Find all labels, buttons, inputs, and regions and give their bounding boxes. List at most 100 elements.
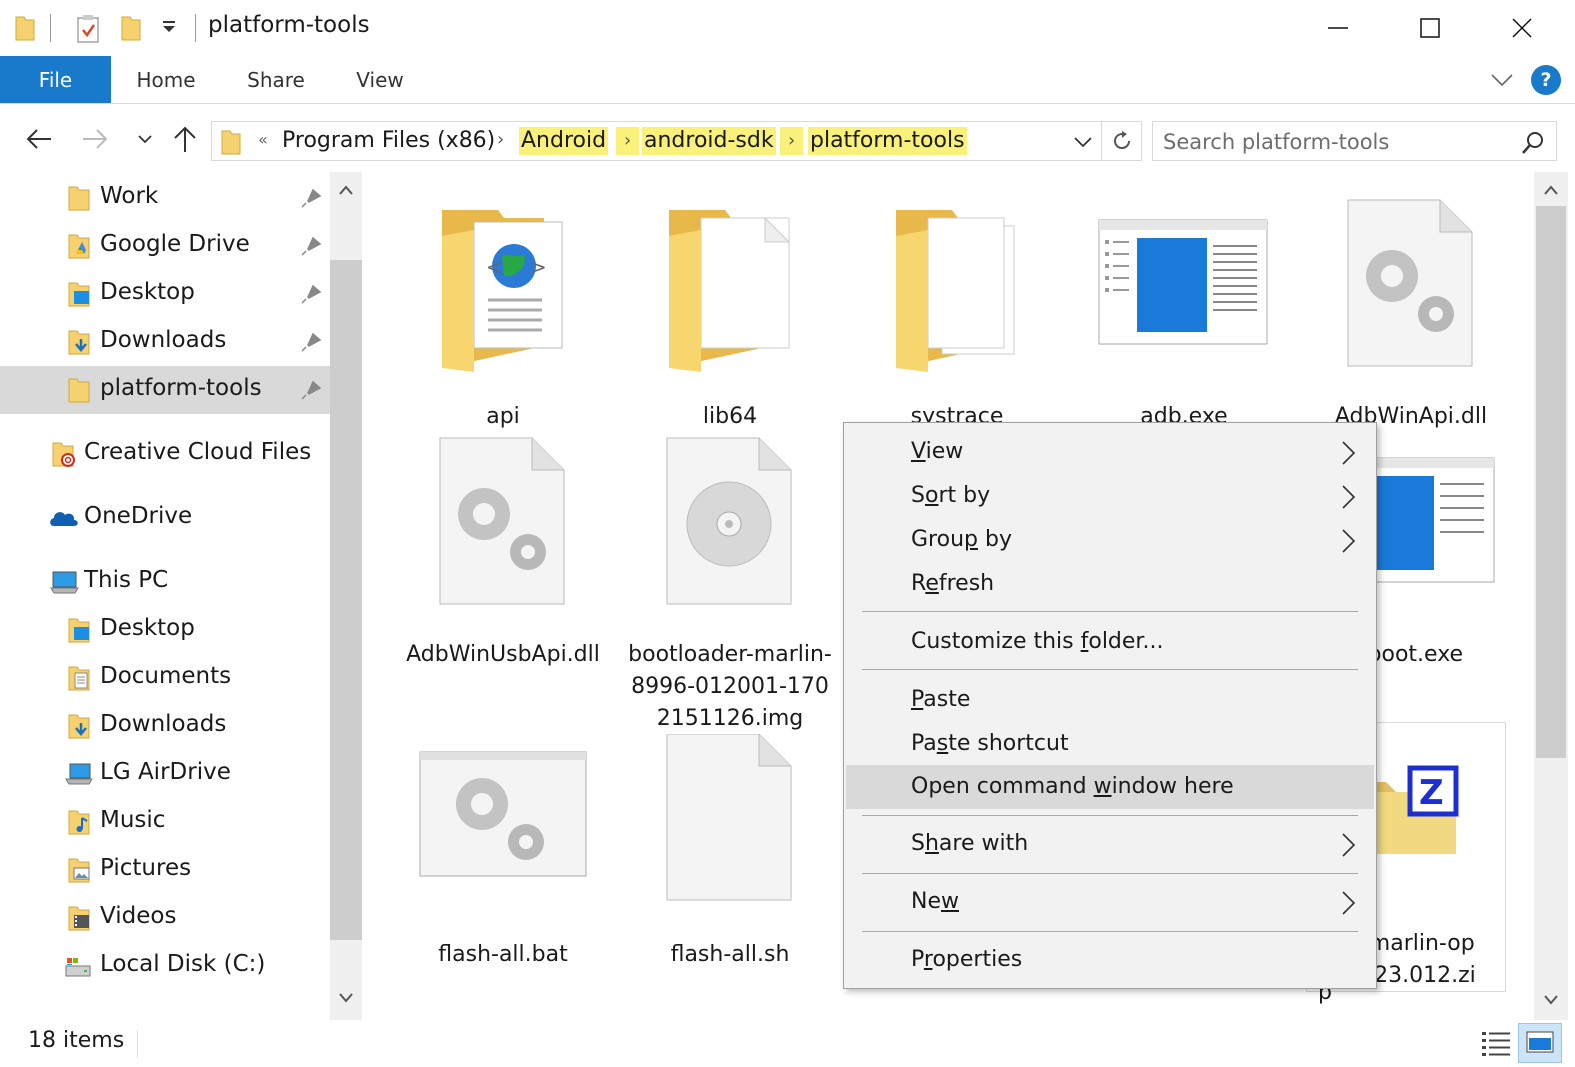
- forward-button[interactable]: [78, 122, 112, 156]
- tab-file[interactable]: File: [0, 56, 111, 103]
- scroll-down-arrow-icon[interactable]: [1535, 984, 1567, 1016]
- maximize-button[interactable]: [1384, 0, 1476, 56]
- nav-item-music[interactable]: Music: [0, 798, 330, 846]
- search-input[interactable]: [1163, 128, 1503, 156]
- nav-item-pictures[interactable]: Pictures: [0, 846, 330, 894]
- menu-item-refresh[interactable]: Refresh: [846, 563, 1374, 607]
- file-item[interactable]: systrace: [852, 196, 1062, 446]
- svg-text:<: <: [486, 255, 503, 279]
- scroll-down-arrow-icon[interactable]: [330, 982, 362, 1014]
- large-icons-view-icon: [1526, 1031, 1554, 1053]
- refresh-button[interactable]: [1102, 121, 1142, 161]
- this-pc-icon: [50, 568, 79, 596]
- menu-item-label: Open command window here: [911, 774, 1234, 799]
- crumb-chevron-icon[interactable]: ›: [497, 129, 504, 150]
- nav-pane-scroll-thumb[interactable]: [330, 260, 362, 940]
- content-scroll-thumb[interactable]: [1536, 206, 1566, 758]
- file-item[interactable]: bootloader-marlin-8996-012001-1702151126…: [625, 434, 835, 734]
- tab-view[interactable]: View: [338, 56, 422, 103]
- expand-ribbon-icon[interactable]: [1488, 66, 1516, 98]
- nav-item-pc-documents[interactable]: Documents: [0, 654, 330, 702]
- up-button[interactable]: [168, 122, 202, 156]
- desktop-folder-icon: [66, 280, 94, 308]
- file-item[interactable]: AdbWinApi.dll: [1306, 196, 1516, 446]
- scroll-up-arrow-icon[interactable]: [330, 174, 362, 206]
- back-button[interactable]: [22, 122, 56, 156]
- crumb-android-sdk[interactable]: android-sdk: [642, 127, 776, 155]
- pin-icon[interactable]: [300, 379, 322, 405]
- folder-icon: [220, 128, 242, 160]
- batch-gears-icon: [419, 751, 587, 877]
- search-icon[interactable]: [1520, 130, 1546, 160]
- nav-item-onedrive[interactable]: OneDrive: [0, 494, 330, 542]
- file-item[interactable]: adb.exe: [1079, 196, 1289, 446]
- nav-item-videos[interactable]: Videos: [0, 894, 330, 942]
- blank-file-icon: [666, 734, 792, 901]
- menu-item-group-by[interactable]: Group by: [846, 519, 1374, 563]
- folder-api-icon: < >: [442, 210, 563, 372]
- nav-item-google-drive[interactable]: Google Drive: [0, 222, 330, 270]
- menu-item-customize-folder[interactable]: Customize this folder...: [846, 621, 1374, 665]
- nav-item-this-pc[interactable]: This PC: [0, 558, 330, 606]
- file-name: lib64: [702, 404, 758, 429]
- nav-item-local-disk[interactable]: Local Disk (C:): [0, 942, 330, 990]
- nav-item-pc-downloads[interactable]: Downloads: [0, 702, 330, 750]
- minimize-button[interactable]: [1292, 0, 1384, 56]
- menu-item-paste[interactable]: Paste: [846, 679, 1374, 723]
- nav-item-work[interactable]: Work: [0, 174, 330, 222]
- creative-cloud-folder-icon: [50, 440, 78, 468]
- new-folder-quick-icon[interactable]: [120, 14, 142, 46]
- close-button[interactable]: [1476, 0, 1568, 56]
- nav-item-lg-airdrive[interactable]: LG AirDrive: [0, 750, 330, 798]
- customize-quick-access-icon[interactable]: [160, 18, 178, 40]
- nav-item-platform-tools[interactable]: platform-tools: [0, 366, 330, 414]
- properties-quick-icon[interactable]: [76, 14, 102, 48]
- nav-item-creative-cloud[interactable]: Creative Cloud Files: [0, 430, 330, 478]
- nav-item-desktop[interactable]: Desktop: [0, 270, 330, 318]
- menu-item-sort-by[interactable]: Sort by: [846, 475, 1374, 519]
- pin-icon[interactable]: [300, 283, 322, 309]
- file-item[interactable]: flash-all.sh: [625, 734, 835, 984]
- menu-item-share-with[interactable]: Share with: [846, 823, 1374, 867]
- crumb-chevron-icon[interactable]: ›: [616, 127, 640, 155]
- ribbon-tabs: File Home Share View ?: [0, 56, 1575, 104]
- submenu-arrow-icon: [1339, 528, 1357, 558]
- address-history-dropdown[interactable]: [1072, 132, 1094, 156]
- menu-item-properties[interactable]: Properties: [846, 939, 1374, 983]
- file-item[interactable]: lib64: [625, 196, 835, 446]
- nav-item-label: Documents: [100, 663, 232, 689]
- details-view-icon[interactable]: [1480, 1026, 1512, 1060]
- pin-icon[interactable]: [300, 235, 322, 261]
- menu-item-label: Paste shortcut: [911, 731, 1069, 756]
- menu-item-open-command-window[interactable]: Open command window here: [846, 765, 1374, 809]
- file-item[interactable]: AdbWinUsbApi.dll: [398, 434, 608, 734]
- pin-icon[interactable]: [300, 187, 322, 213]
- status-separator: [137, 1030, 138, 1058]
- file-name: bootloader-marlin-8996-012001-1702151126…: [628, 642, 832, 731]
- scroll-up-arrow-icon[interactable]: [1535, 174, 1567, 206]
- recent-locations-button[interactable]: [128, 122, 162, 156]
- large-icons-view-button[interactable]: [1518, 1023, 1562, 1063]
- nav-item-downloads[interactable]: Downloads: [0, 318, 330, 366]
- menu-item-paste-shortcut[interactable]: Paste shortcut: [846, 723, 1374, 767]
- title-bar: platform-tools: [0, 0, 1575, 56]
- menu-item-label: Share with: [911, 831, 1029, 856]
- submenu-arrow-icon: [1339, 832, 1357, 862]
- file-item[interactable]: flash-all.bat: [398, 734, 608, 984]
- help-button[interactable]: ?: [1531, 65, 1561, 95]
- menu-item-new[interactable]: New: [846, 881, 1374, 925]
- crumb-android[interactable]: Android: [519, 127, 609, 155]
- menu-item-view[interactable]: View: [846, 431, 1374, 475]
- crumb-program-files[interactable]: Program Files (x86): [282, 127, 495, 155]
- tab-home[interactable]: Home: [122, 56, 210, 103]
- context-menu: View Sort by Group by Refresh Customize …: [843, 422, 1377, 989]
- pin-icon[interactable]: [300, 331, 322, 357]
- file-item[interactable]: < > api: [398, 196, 608, 446]
- address-bar[interactable]: « Program Files (x86) › Android › androi…: [211, 121, 1102, 161]
- search-box[interactable]: [1152, 121, 1557, 161]
- crumb-platform-tools[interactable]: platform-tools: [808, 127, 967, 155]
- nav-item-pc-desktop[interactable]: Desktop: [0, 606, 330, 654]
- tab-share[interactable]: Share: [232, 56, 320, 103]
- crumb-chevron-icon[interactable]: ›: [780, 127, 804, 155]
- address-overflow[interactable]: «: [258, 130, 268, 149]
